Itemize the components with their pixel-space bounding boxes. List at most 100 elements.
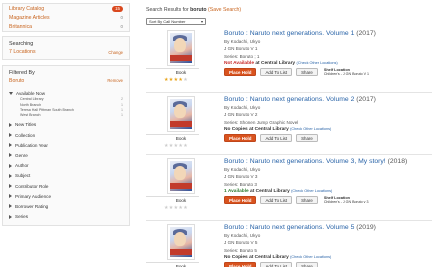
check-other-locations-link[interactable]: (Check Other Locations) — [290, 127, 331, 131]
book-cover-image[interactable] — [167, 30, 195, 66]
item-title-link[interactable]: Boruto : Naruto next generations. Volume… — [224, 158, 432, 165]
change-locations-link[interactable]: Change — [108, 50, 123, 55]
catalog-label: Magazine Articles — [9, 14, 50, 21]
star-icon: ★ — [183, 77, 188, 83]
share-button[interactable]: Share — [296, 67, 318, 76]
locations-link[interactable]: 7 Locations — [9, 49, 36, 55]
check-other-locations-link[interactable]: (Check Other Locations) — [296, 61, 337, 65]
sort-select[interactable]: Sort By Call Number ▾ — [146, 18, 206, 25]
availability-status: 1 Available — [224, 188, 249, 194]
branch-name: West Branch — [20, 113, 41, 118]
availability-location: at Central Library — [247, 254, 289, 260]
chevron-right-icon — [9, 143, 12, 148]
share-button[interactable]: Share — [296, 133, 318, 142]
item-title-link[interactable]: Boruto : Naruto next generations. Volume… — [224, 96, 432, 103]
branch-filter[interactable]: Central Library 2 — [20, 97, 123, 101]
share-button[interactable]: Share — [296, 261, 318, 267]
item-title-link[interactable]: Boruto : Naruto next generations. Volume… — [224, 30, 432, 37]
item-title-link[interactable]: Boruto : Naruto next generations. Volume… — [224, 224, 432, 231]
add-to-list-button[interactable]: Add To List — [260, 195, 293, 204]
item-info: Boruto : Naruto next generations. Volume… — [224, 158, 432, 204]
facet-label: Subject — [15, 173, 31, 179]
facet-author[interactable]: Author — [9, 163, 123, 168]
format-label: Book — [175, 70, 187, 75]
rating-stars[interactable]: ★★★★★ — [164, 205, 188, 211]
catalog-item-britannica[interactable]: Britannica 0 — [3, 22, 129, 31]
item-call-number: J GN Boruto V 5 — [224, 240, 258, 246]
facet-collection[interactable]: Collection — [9, 133, 123, 138]
place-hold-button[interactable]: Place Hold — [224, 261, 257, 267]
branch-count: 1 — [121, 102, 123, 107]
chevron-right-icon — [9, 153, 12, 158]
remove-filter-link[interactable]: Remove — [107, 78, 123, 84]
shelf-location: Shelf Location Children's - J GN Boruto V… — [324, 68, 369, 76]
chevron-down-icon — [9, 92, 13, 95]
place-hold-button[interactable]: Place Hold — [224, 195, 257, 204]
rating-stars[interactable]: ★★★★★ — [164, 77, 188, 83]
save-search-link[interactable]: (Save Search) — [208, 7, 241, 13]
item-author[interactable]: By Kodachi, Ukyo — [224, 167, 432, 172]
item-series: Series: Boruto 3 — [224, 181, 257, 187]
availability-status: No Copies — [224, 254, 248, 260]
place-hold-button[interactable]: Place Hold — [224, 133, 257, 142]
facet-label: Series — [15, 214, 29, 220]
facet-label: Primary Audience — [15, 193, 52, 199]
item-availability: Not Available at Central Library (Check … — [224, 61, 432, 66]
chevron-right-icon — [9, 214, 12, 219]
item-actions: Place Hold Add To List Share — [224, 261, 432, 267]
item-call-number: J GN Boruto V 2 — [224, 112, 258, 118]
add-to-list-button[interactable]: Add To List — [260, 133, 293, 142]
result-divider — [146, 220, 432, 221]
item-title: Boruto : Naruto next generations. Volume… — [224, 224, 355, 231]
facet-series[interactable]: Series — [9, 214, 123, 219]
chevron-right-icon — [9, 133, 12, 138]
facet-subject[interactable]: Subject — [9, 173, 123, 178]
item-author[interactable]: By Kodachi, Ukyo — [224, 105, 432, 110]
book-cover-image[interactable] — [167, 96, 195, 132]
add-to-list-button[interactable]: Add To List — [260, 67, 293, 76]
facet-contributor-role[interactable]: Contributor Role — [9, 184, 123, 189]
branch-name: Teresa Hall Pittman South Branch — [20, 107, 74, 112]
results-area: Search Results for boruto (Save Search) … — [146, 0, 432, 267]
catalog-count-badge: 15 — [112, 5, 123, 12]
add-to-list-button[interactable]: Add To List — [260, 261, 293, 267]
branch-filter[interactable]: West Branch 1 — [20, 113, 123, 117]
facet-publication-year[interactable]: Publication Year — [9, 143, 123, 148]
facet-new-titles[interactable]: New Titles — [9, 122, 123, 127]
divider — [146, 68, 199, 69]
book-cover-image[interactable] — [167, 158, 195, 194]
facet-borrower-rating[interactable]: Borrower Rating — [9, 204, 123, 209]
facet-genre[interactable]: Genre — [9, 153, 123, 158]
catalog-count: 0 — [120, 15, 123, 20]
divider — [146, 262, 199, 263]
book-cover-image[interactable] — [167, 224, 195, 260]
branch-name: North Branch — [20, 102, 42, 107]
catalog-label: Britannica — [9, 23, 33, 30]
branch-filter[interactable]: Teresa Hall Pittman South Branch 1 — [20, 108, 123, 112]
rating-stars[interactable]: ★★★★★ — [164, 143, 188, 149]
check-other-locations-link[interactable]: (Check Other Locations) — [291, 189, 332, 193]
facet-primary-audience[interactable]: Primary Audience — [9, 194, 123, 199]
format-label: Book — [175, 198, 187, 203]
item-year: (2017) — [356, 96, 376, 103]
facet-available-now[interactable]: Available Now — [9, 91, 123, 96]
check-other-locations-link[interactable]: (Check Other Locations) — [290, 255, 331, 259]
catalog-item-library[interactable]: Library Catalog 15 — [3, 4, 129, 13]
divider — [146, 196, 199, 197]
filter-box: Filtered By Boruto Remove Available Now … — [2, 65, 130, 227]
item-author[interactable]: By Kodachi, Ukyo — [224, 233, 432, 238]
availability-location: at Central Library — [254, 60, 296, 66]
divider — [146, 134, 199, 135]
catalog-list: Library Catalog 15 Magazine Articles 0 B… — [2, 3, 130, 32]
branch-filter[interactable]: North Branch 1 — [20, 103, 123, 107]
chevron-right-icon — [9, 122, 12, 127]
branch-name: Central Library — [20, 97, 44, 102]
facet-label: Publication Year — [15, 142, 48, 148]
place-hold-button[interactable]: Place Hold — [224, 67, 257, 76]
shelf-location: Shelf Location Children's - J GN Boruto v… — [324, 196, 369, 204]
item-author[interactable]: By Kodachi, Ukyo — [224, 39, 432, 44]
share-button[interactable]: Share — [296, 195, 318, 204]
item-actions: Place Hold Add To List Share — [224, 133, 432, 142]
catalog-item-magazines[interactable]: Magazine Articles 0 — [3, 13, 129, 22]
branch-count: 1 — [121, 107, 123, 112]
